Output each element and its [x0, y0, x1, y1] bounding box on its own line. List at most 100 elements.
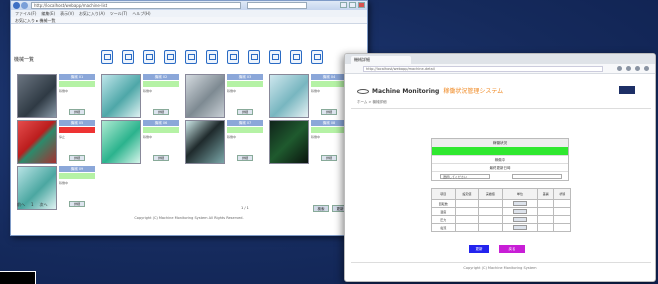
detail-button[interactable]: 詳細: [237, 155, 253, 161]
menu-favorites[interactable]: お気に入り(A): [79, 10, 105, 17]
cell-button[interactable]: [512, 200, 527, 206]
machine-card[interactable]: 機械 08 稼働中 詳細: [269, 120, 349, 166]
machine-meta: 稼働中: [59, 181, 69, 185]
tab-machine-detail[interactable]: 機械詳細: [351, 56, 411, 64]
column-header: 差異: [536, 188, 555, 200]
table-cell: [454, 199, 480, 208]
machine-image[interactable]: [17, 74, 57, 118]
panel-header: 稼働状況: [432, 139, 568, 147]
machine-type-icon[interactable]: [164, 50, 176, 64]
machine-type-icon[interactable]: [206, 50, 218, 64]
machine-image[interactable]: [269, 120, 309, 164]
cell-button[interactable]: [512, 208, 527, 214]
detail-button[interactable]: 詳細: [69, 109, 85, 115]
prev-page-link[interactable]: 前へ: [17, 202, 25, 208]
machine-image[interactable]: [185, 74, 225, 118]
back-button[interactable]: 戻る: [499, 245, 525, 253]
status-bar: [227, 81, 263, 87]
machine-card[interactable]: 機械 03 稼働中 詳細: [185, 74, 265, 120]
detail-button[interactable]: 詳細: [69, 201, 85, 207]
machine-meta: 稼働中: [143, 135, 153, 139]
detail-button[interactable]: 詳細: [69, 155, 85, 161]
star-icon[interactable]: [617, 66, 622, 71]
machine-label: 機械 05: [59, 120, 95, 126]
machine-label: 機械 09: [59, 166, 95, 172]
forward-icon[interactable]: [21, 2, 28, 9]
machine-type-icon[interactable]: [248, 50, 260, 64]
page-number-link[interactable]: 1: [31, 202, 34, 208]
home-icon[interactable]: [626, 66, 631, 71]
back-icon[interactable]: [13, 2, 20, 9]
machine-image[interactable]: [269, 74, 309, 118]
machine-type-icon[interactable]: [290, 50, 302, 64]
menu-view[interactable]: 表示(V): [60, 10, 74, 17]
close-icon[interactable]: [358, 2, 365, 8]
machine-type-icon[interactable]: [101, 50, 113, 64]
menu-help[interactable]: ヘルプ(H): [132, 10, 150, 17]
table-cell: [454, 207, 480, 216]
machine-type-icon[interactable]: [185, 50, 197, 64]
table-header-row: 項目 設定値 実績値 単位 差異 状態: [431, 188, 571, 200]
select-dropdown[interactable]: 選択してください: [440, 174, 490, 179]
search-input[interactable]: [247, 2, 307, 9]
next-page-link[interactable]: 次へ: [40, 202, 48, 208]
machine-type-icon[interactable]: [227, 50, 239, 64]
menu-file[interactable]: ファイル(F): [15, 10, 36, 17]
machine-type-icon[interactable]: [122, 50, 134, 64]
maximize-icon[interactable]: [349, 2, 356, 8]
machine-type-icon[interactable]: [269, 50, 281, 64]
last-updated-label: 最終更新日時: [432, 163, 568, 171]
column-header: 状態: [553, 188, 571, 200]
detail-button[interactable]: 詳細: [321, 155, 337, 161]
browser-toolbar: http://localhost/webapp/machine-list: [11, 1, 367, 10]
machine-card[interactable]: 機械 06 稼働中 詳細: [101, 120, 181, 166]
select-dropdown[interactable]: [512, 174, 562, 179]
cell-button[interactable]: [512, 224, 527, 230]
table-cell: 電流: [431, 223, 456, 232]
machine-card[interactable]: 機械 05 停止 詳細: [17, 120, 97, 166]
favorites-bar[interactable]: お気に入り ▸ 機械一覧: [11, 17, 367, 24]
gear-icon[interactable]: [635, 66, 640, 71]
divider: [351, 262, 651, 263]
machine-image[interactable]: [185, 120, 225, 164]
detail-button[interactable]: 詳細: [237, 109, 253, 115]
machine-meta: 稼働中: [143, 89, 153, 93]
menu-icon[interactable]: [644, 66, 649, 71]
machine-label: 機械 08: [311, 120, 347, 126]
menu-bar: ファイル(F) 編集(E) 表示(V) お気に入り(A) ツール(T) ヘルプ(…: [11, 10, 367, 17]
divider: [351, 108, 651, 109]
detail-button[interactable]: 詳細: [321, 109, 337, 115]
machine-image[interactable]: [101, 120, 141, 164]
minimize-icon[interactable]: [340, 2, 347, 8]
machine-card[interactable]: 機械 04 稼働中 詳細: [269, 74, 349, 120]
detail-button[interactable]: 詳細: [153, 109, 169, 115]
machine-card[interactable]: 機械 01 稼働中 詳細: [17, 74, 97, 120]
table-row: 温度: [431, 207, 571, 216]
address-bar[interactable]: http://localhost/webapp/machine-detail: [363, 66, 603, 72]
breadcrumb[interactable]: ホーム > 機械詳細: [357, 100, 387, 105]
machine-image[interactable]: [101, 74, 141, 118]
machine-card[interactable]: 機械 02 稼働中 詳細: [101, 74, 181, 120]
menu-tools[interactable]: ツール(T): [110, 10, 128, 17]
machine-type-icon[interactable]: [143, 50, 155, 64]
filter-row: 選択してください: [432, 171, 568, 180]
machine-meta: 稼働中: [227, 89, 237, 93]
machine-type-icon[interactable]: [311, 50, 323, 64]
machine-meta: 稼働中: [311, 89, 321, 93]
machine-image[interactable]: [17, 120, 57, 164]
search-button[interactable]: 検索: [313, 205, 329, 212]
tab-strip: 機械詳細: [345, 54, 655, 64]
machine-card[interactable]: 機械 07 稼働中 詳細: [185, 120, 265, 166]
table-row: 電流: [431, 223, 571, 232]
table-cell: 温度: [431, 207, 456, 216]
update-button[interactable]: 更新: [469, 245, 489, 253]
status-bar: [59, 81, 95, 87]
cell-button[interactable]: [512, 216, 527, 222]
detail-button[interactable]: 詳細: [153, 155, 169, 161]
machine-label: 機械 02: [143, 74, 179, 80]
menu-edit[interactable]: 編集(E): [41, 10, 55, 17]
table-cell: [553, 215, 571, 224]
table-cell: [454, 215, 480, 224]
machine-label: 機械 07: [227, 120, 263, 126]
address-bar[interactable]: http://localhost/webapp/machine-list: [31, 2, 241, 9]
